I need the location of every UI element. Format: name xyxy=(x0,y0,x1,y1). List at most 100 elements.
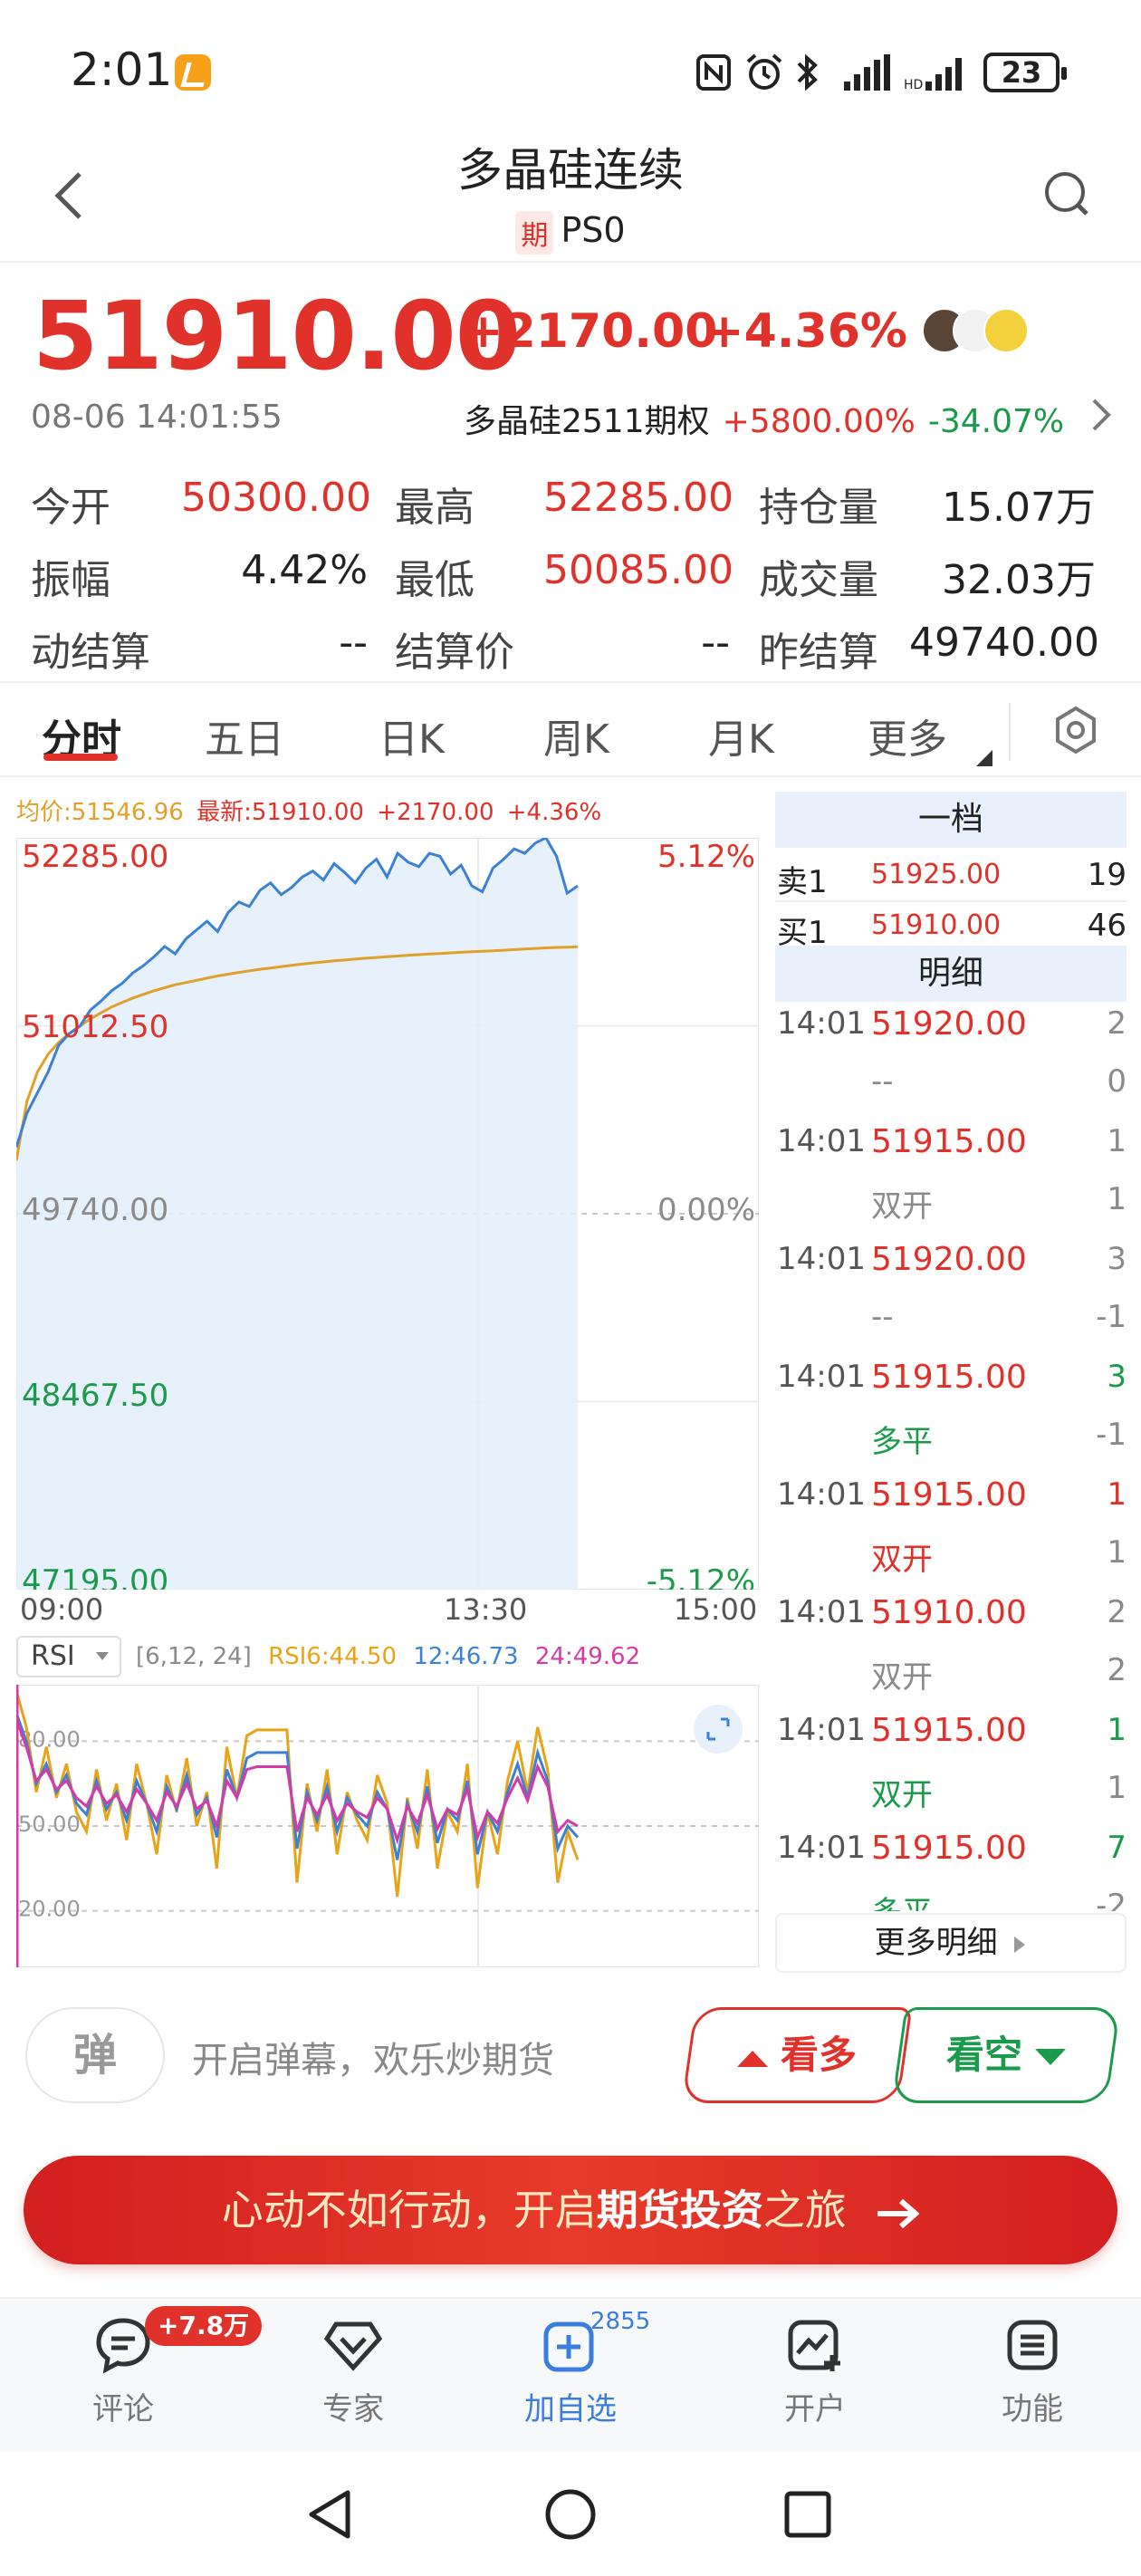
buy-volume: 46 xyxy=(1087,908,1127,944)
menu-icon xyxy=(1007,2320,1058,2370)
stat-label: 今开 xyxy=(31,485,110,531)
time-tick: 15:00 xyxy=(674,1592,758,1627)
y-tick-label: 47195.00 xyxy=(22,1563,168,1590)
divider xyxy=(0,261,1141,263)
bullish-button[interactable]: 看多 xyxy=(681,2007,913,2103)
indicator-select[interactable]: RSI xyxy=(16,1636,121,1677)
last-price: 51910.00 xyxy=(33,281,521,391)
dropdown-corner-icon xyxy=(976,750,992,766)
open-interest-change: 0 xyxy=(1107,1063,1127,1100)
time-tick: 13:30 xyxy=(444,1592,528,1627)
search-icon[interactable] xyxy=(1043,170,1090,217)
stat-label: 成交量 xyxy=(759,557,878,603)
related-option[interactable]: 多晶硅2511期权 +5800.00% -34.07% xyxy=(464,395,1077,442)
stat-label: 持仓量 xyxy=(759,485,878,531)
watchlist-count: 2855 xyxy=(590,2308,651,2335)
stat-value: 50300.00 xyxy=(181,475,371,521)
trade-price: 51915.00 xyxy=(871,1830,1027,1867)
alarm-icon xyxy=(746,53,782,90)
buy-price: 51910.00 xyxy=(871,909,1002,941)
trade-volume: 3 xyxy=(1107,1359,1127,1395)
diamond-icon xyxy=(323,2321,383,2371)
tab-weekly-k[interactable]: 周K xyxy=(543,706,609,764)
avatar xyxy=(983,308,1029,353)
y-tick-label: 49740.00 xyxy=(22,1192,168,1228)
stat-value: -- xyxy=(701,620,730,666)
trade-price: 51915.00 xyxy=(871,1712,1027,1749)
system-recents-icon[interactable] xyxy=(782,2489,833,2540)
tab-daily-k[interactable]: 日K xyxy=(379,706,445,764)
trade-type: 多平 xyxy=(871,1888,933,1911)
chart-legend: 均价:51546.96 最新:51910.00 +2170.00 +4.36% xyxy=(16,793,607,827)
nav-label: 加自选 xyxy=(524,2391,617,2427)
quote-datetime: 08-06 14:01:55 xyxy=(31,399,283,436)
open-interest-change: 1 xyxy=(1107,1770,1127,1806)
nav-experts[interactable]: 专家 xyxy=(281,2315,426,2428)
trade-time: 14:01 xyxy=(777,1712,866,1748)
active-tab-indicator xyxy=(43,754,118,761)
bearish-button[interactable]: 看空 xyxy=(891,2007,1121,2103)
promo-highlight: 期货投资 xyxy=(596,2186,763,2235)
stat-value: 50085.00 xyxy=(543,547,734,593)
rsi6-value: RSI6:44.50 xyxy=(268,1643,398,1670)
system-back-icon[interactable] xyxy=(304,2487,355,2542)
system-nav-bar xyxy=(0,2451,1141,2576)
rsi24-value: 24:49.62 xyxy=(534,1643,641,1670)
rsi-chart[interactable]: 80.0050.0020.00 xyxy=(16,1685,759,1967)
more-details-label: 更多明细 xyxy=(874,1925,998,1961)
stat-value: 49740.00 xyxy=(909,620,1099,666)
price-change-pct: +4.36% xyxy=(705,304,907,359)
option-change-2: -34.07% xyxy=(927,403,1065,440)
stat-value: 15.07万 xyxy=(942,485,1096,531)
sell-volume: 19 xyxy=(1087,857,1127,893)
sell-label: 卖1 xyxy=(777,864,828,900)
intraday-chart[interactable]: 52285.00 51012.50 49740.00 48467.50 47195.00… xyxy=(16,838,759,1590)
avg-price-label: 均价:51546.96 xyxy=(16,799,184,826)
stat-value: -- xyxy=(339,620,368,666)
chevron-right-icon[interactable] xyxy=(1088,395,1114,435)
indicator-name: RSI xyxy=(31,1640,75,1672)
trade-price: 51915.00 xyxy=(871,1359,1027,1396)
user-avatars[interactable] xyxy=(922,308,1040,359)
trade-time: 14:01 xyxy=(777,1594,866,1630)
contract-code-text: PS0 xyxy=(561,210,626,250)
trade-time: 14:01 xyxy=(777,1241,866,1277)
time-axis: 09:00 13:30 15:00 xyxy=(0,1592,761,1629)
rsi12-value: 12:46.73 xyxy=(413,1643,519,1670)
stat-value: 32.03万 xyxy=(942,557,1096,603)
stat-label: 昨结算 xyxy=(759,630,878,676)
stat-label: 动结算 xyxy=(31,630,150,676)
tab-monthly-k[interactable]: 月K xyxy=(708,706,774,764)
stat-label: 结算价 xyxy=(395,630,514,676)
latest-price-label: 最新:51910.00 xyxy=(197,799,364,826)
promo-banner[interactable]: 心动不如行动，开启期货投资之旅 xyxy=(24,2156,1117,2264)
nav-open-account[interactable]: 开户 xyxy=(743,2315,887,2428)
option-change-1: +5800.00% xyxy=(722,403,916,440)
down-arrow-icon xyxy=(1035,2048,1066,2065)
signal-2-icon: HD xyxy=(904,58,962,92)
time-tick: 09:00 xyxy=(20,1592,104,1627)
option-name: 多晶硅2511期权 xyxy=(464,403,710,440)
trade-time: 14:01 xyxy=(777,1005,866,1042)
trade-time: 14:01 xyxy=(777,1123,866,1159)
more-details-button[interactable]: 更多明细 xyxy=(775,1913,1127,1973)
battery-icon: 23 xyxy=(983,53,1067,92)
trade-volume: 3 xyxy=(1107,1241,1127,1277)
settings-icon[interactable] xyxy=(1050,705,1101,755)
danmaku-toggle-button[interactable]: 弹 xyxy=(25,2007,165,2103)
danmaku-placeholder[interactable]: 开启弹幕，欢乐炒期货 xyxy=(192,2031,554,2083)
promo-prefix: 心动不如行动，开启 xyxy=(221,2186,597,2235)
tab-more[interactable]: 更多 xyxy=(868,706,947,764)
trade-time: 14:01 xyxy=(777,1476,866,1513)
tab-five-day[interactable]: 五日 xyxy=(205,706,284,764)
stat-label: 最低 xyxy=(395,557,475,603)
nav-functions[interactable]: 功能 xyxy=(960,2315,1105,2428)
y-tick-pct-label: 0.00% xyxy=(657,1192,755,1228)
trade-volume: 7 xyxy=(1107,1830,1127,1866)
bullish-label: 看多 xyxy=(780,2033,857,2077)
trade-details-list[interactable]: 14:01 51920.00 2 -- 0 14:01 51915.00 1 双开 1 14:01 5… xyxy=(775,1005,1127,1911)
level-title: 一档 xyxy=(775,792,1127,848)
stat-label: 振幅 xyxy=(31,557,110,603)
system-home-icon[interactable] xyxy=(543,2487,598,2542)
status-bar: 2:01 HD 23 xyxy=(0,0,1141,136)
